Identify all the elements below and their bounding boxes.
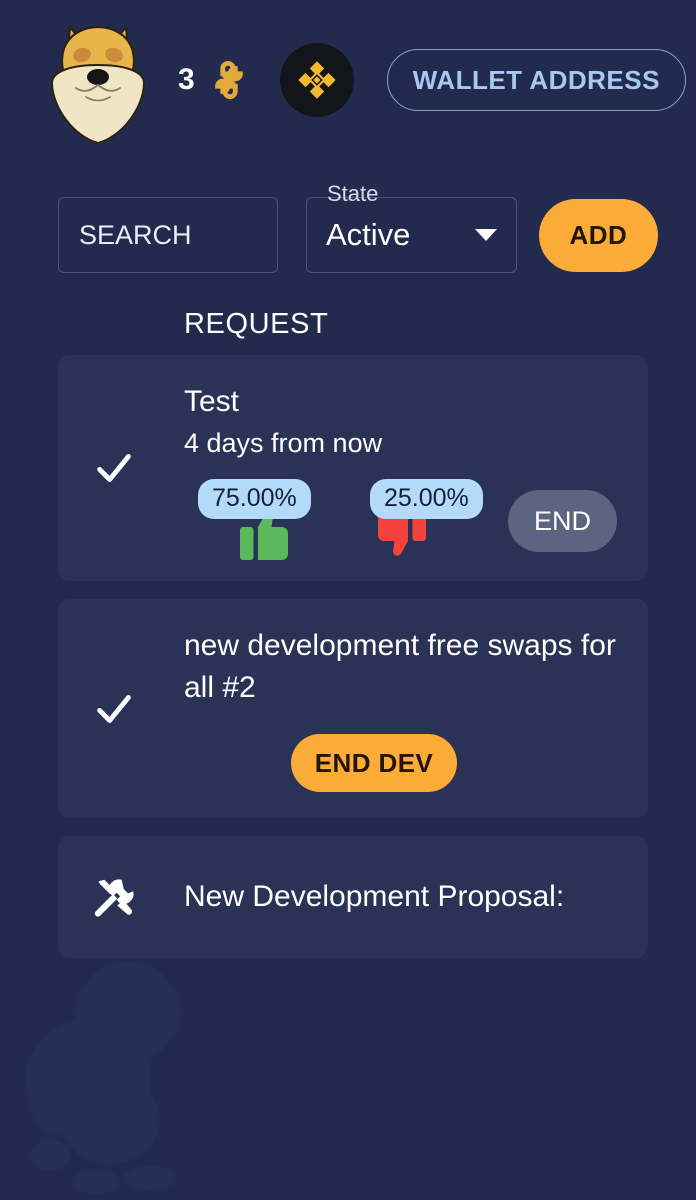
vote-up-group[interactable]: 75.00% [198,479,328,561]
request-title: Test [184,385,240,418]
wallet-address-button[interactable]: WALLET ADDRESS [386,49,686,111]
proposal-card[interactable]: New Development Proposal: [58,836,648,958]
request-list: Test 4 days from now 75.00% 25.00% END n… [58,355,648,976]
request-card-body: Test 4 days from now 75.00% 25.00% END [58,355,648,581]
state-select[interactable]: State Active [306,183,517,273]
bnb-chain-icon [298,61,336,99]
background-watermark-dog [26,962,180,1194]
check-icon [97,454,131,483]
end-button[interactable]: END [508,490,618,553]
vote-down-percent: 25.00% [370,479,483,520]
bnb-chain-badge[interactable] [279,43,354,117]
vote-up-percent: 75.00% [198,479,311,520]
state-select-value: Active [326,217,411,252]
request-card-body: new development free swaps for all #2 EN… [58,599,648,818]
knot-logo-icon [214,60,243,100]
token-count: 3 [178,63,195,96]
request-card[interactable]: Test 4 days from now 75.00% 25.00% END [58,355,648,582]
app-header: 3 WALLET ADDRESS [0,0,696,160]
proposal-card-body: New Development Proposal: [58,836,648,957]
end-dev-row: END DEV [184,734,624,793]
check-icon [97,694,131,723]
filter-controls: State Active ADD [58,183,658,273]
vote-row: 75.00% 25.00% END [184,479,624,561]
chevron-down-icon[interactable] [474,229,497,241]
request-subtitle: 4 days from now [184,428,383,459]
proposal-title: New Development Proposal: [184,880,565,914]
vote-down-group[interactable]: 25.00% [370,479,500,557]
request-card[interactable]: new development free swaps for all #2 EN… [58,599,648,819]
token-count-group: 3 [178,55,254,105]
state-select-label: State [327,181,379,206]
hammer-and-wrench-icon [94,879,134,917]
shiba-dog-avatar [50,25,146,145]
search-input[interactable] [58,197,278,273]
section-title-request: REQUEST [184,308,329,340]
app-root: 3 WALLET ADDRESS SEARCH State Active ADD… [0,0,696,1200]
request-title: new development free swaps for all #2 [184,629,616,704]
add-button[interactable]: ADD [538,198,658,272]
end-dev-button[interactable]: END DEV [290,734,458,793]
